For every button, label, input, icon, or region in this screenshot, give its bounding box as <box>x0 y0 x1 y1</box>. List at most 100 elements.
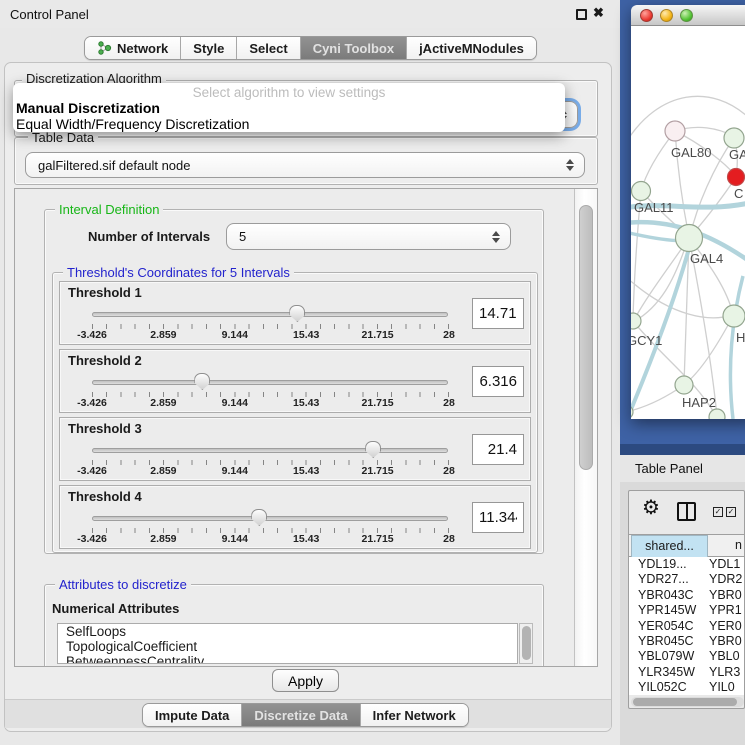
table-row[interactable]: YPR145WYPR1 <box>629 603 745 618</box>
tick-label: -3.426 <box>77 397 107 409</box>
tab-discretize-data[interactable]: Discretize Data <box>242 704 360 726</box>
checkbox-icon[interactable]: ✓ <box>726 507 736 517</box>
network-canvas[interactable]: GAL80GACGAL11GAL4GCY1HHAP2 <box>631 26 745 419</box>
table-row[interactable]: YBR043CYBR0 <box>629 588 745 603</box>
slider-track[interactable] <box>92 312 448 317</box>
table-h-scrollbar[interactable] <box>631 697 744 707</box>
tick-label: 28 <box>443 397 455 409</box>
table-row[interactable]: YDR27...YDR2 <box>629 572 745 587</box>
tick-label: 15.43 <box>293 465 319 477</box>
network-node-c[interactable] <box>728 169 745 186</box>
threshold-4-value[interactable] <box>472 502 524 533</box>
table-panel-title: Table Panel <box>635 461 703 476</box>
close-button[interactable] <box>640 9 653 22</box>
top-tab-bar: NetworkStyleSelectCyni ToolboxjActiveMNo… <box>84 36 537 60</box>
dropdown-placeholder: Select algorithm to view settings <box>13 83 565 101</box>
tab-network[interactable]: Network <box>85 37 181 59</box>
dropdown-option-equal-width-frequency-discretization[interactable]: Equal Width/Frequency Discretization <box>13 117 565 133</box>
tick-label: 28 <box>443 533 455 545</box>
scrollbar-thumb[interactable] <box>579 205 593 470</box>
minimize-button[interactable] <box>660 9 673 22</box>
attributes-group: Attributes to discretize Numerical Attri… <box>44 584 544 667</box>
columns-icon[interactable] <box>677 502 696 521</box>
zoom-button[interactable] <box>680 9 693 22</box>
column-header-name[interactable]: n <box>709 535 745 558</box>
close-icon[interactable]: ✖ <box>593 5 604 21</box>
network-desktop-edge <box>620 444 745 455</box>
tick-label: 15.43 <box>293 533 319 545</box>
slider-thumb[interactable] <box>289 305 305 322</box>
tab-label: Impute Data <box>155 708 229 723</box>
interval-definition-group: Interval Definition Number of Intervals … <box>44 209 544 554</box>
table-row[interactable]: YDL19...YDL1 <box>629 557 745 572</box>
threshold-2-value[interactable] <box>472 366 524 397</box>
table-row[interactable]: YER054CYER0 <box>629 619 745 634</box>
network-node-gcy1[interactable] <box>631 313 641 329</box>
cell-name: YDL1 <box>709 557 740 571</box>
threshold-slider[interactable] <box>92 305 448 323</box>
slider-thumb[interactable] <box>251 509 267 526</box>
table-row[interactable]: YIL052CYIL0 <box>629 680 745 695</box>
table-row[interactable]: YBR045CYBR0 <box>629 634 745 649</box>
table-data-select[interactable]: galFiltered.sif default node <box>25 152 585 178</box>
network-node-h[interactable] <box>723 305 745 327</box>
threshold-slider[interactable] <box>92 373 448 391</box>
tick-label: 15.43 <box>293 397 319 409</box>
threshold-label: Threshold 4 <box>68 489 142 504</box>
threshold-slider[interactable] <box>92 509 448 527</box>
float-panel-icon[interactable] <box>576 9 587 20</box>
tab-jactivemnodules[interactable]: jActiveMNodules <box>407 37 536 59</box>
network-window: GAL80GACGAL11GAL4GCY1HHAP2 <box>631 5 745 419</box>
network-node[interactable] <box>709 409 725 419</box>
table-row[interactable]: YBL079WYBL0 <box>629 649 745 664</box>
column-header-shared[interactable]: shared... <box>631 535 708 558</box>
threshold-slider[interactable] <box>92 441 448 459</box>
apply-button[interactable]: Apply <box>272 669 339 692</box>
dropdown-option-manual-discretization[interactable]: Manual Discretization <box>13 101 565 117</box>
network-node-gal4[interactable] <box>676 225 703 252</box>
scrollbar-thumb[interactable] <box>633 698 737 706</box>
attribute-item-selfloops[interactable]: SelfLoops <box>58 624 517 639</box>
tab-infer-network[interactable]: Infer Network <box>361 704 468 726</box>
slider-track[interactable] <box>92 380 448 385</box>
numerical-attributes-label: Numerical Attributes <box>52 601 179 616</box>
spinner-icon <box>491 231 500 243</box>
network-node-ga[interactable] <box>724 128 744 148</box>
threshold-1-value[interactable] <box>472 298 524 329</box>
threshold-3-value[interactable] <box>472 434 524 465</box>
table-header: shared... n <box>629 534 745 557</box>
cell-shared-name: YER054C <box>629 619 709 634</box>
network-edge[interactable] <box>631 276 732 318</box>
attributes-list-scrollbar[interactable] <box>519 623 533 664</box>
table-row[interactable]: YLR345WYLR3 <box>629 665 745 680</box>
network-node-gal11[interactable] <box>632 182 651 201</box>
checkbox-icon[interactable]: ✓ <box>713 507 723 517</box>
slider-thumb[interactable] <box>365 441 381 458</box>
slider-track[interactable] <box>92 516 448 521</box>
slider-track[interactable] <box>92 448 448 453</box>
node-label: GAL4 <box>690 251 723 266</box>
scrollbar-thumb[interactable] <box>522 626 531 660</box>
network-node-gal80[interactable] <box>665 121 685 141</box>
number-of-intervals-label: Number of Intervals <box>88 229 210 244</box>
attribute-item-topologicalcoefficient[interactable]: TopologicalCoefficient <box>58 639 517 654</box>
network-edge-highlighted[interactable] <box>730 276 743 419</box>
cell-name: YBL0 <box>709 649 740 663</box>
attribute-item-betweennesscentrality[interactable]: BetweennessCentrality <box>58 654 517 664</box>
tab-impute-data[interactable]: Impute Data <box>143 704 242 726</box>
tick-label: 28 <box>443 329 455 341</box>
tab-style[interactable]: Style <box>181 37 237 59</box>
tab-select[interactable]: Select <box>237 37 300 59</box>
settings-scrollbar[interactable] <box>574 189 598 667</box>
slider-thumb[interactable] <box>194 373 210 390</box>
node-label: GAL11 <box>634 200 674 215</box>
settings-scrollpane: Interval Definition Number of Intervals … <box>14 188 598 667</box>
network-node-hap2[interactable] <box>675 376 693 394</box>
gear-icon[interactable]: ⚙ <box>642 495 660 520</box>
tab-label: Infer Network <box>373 708 456 723</box>
tab-cyni-toolbox[interactable]: Cyni Toolbox <box>301 37 407 59</box>
node-label: GA <box>729 147 745 162</box>
number-of-intervals-select[interactable]: 5 <box>226 223 511 250</box>
cell-name: YBR0 <box>709 634 742 648</box>
table-data-value: galFiltered.sif default node <box>26 158 565 173</box>
